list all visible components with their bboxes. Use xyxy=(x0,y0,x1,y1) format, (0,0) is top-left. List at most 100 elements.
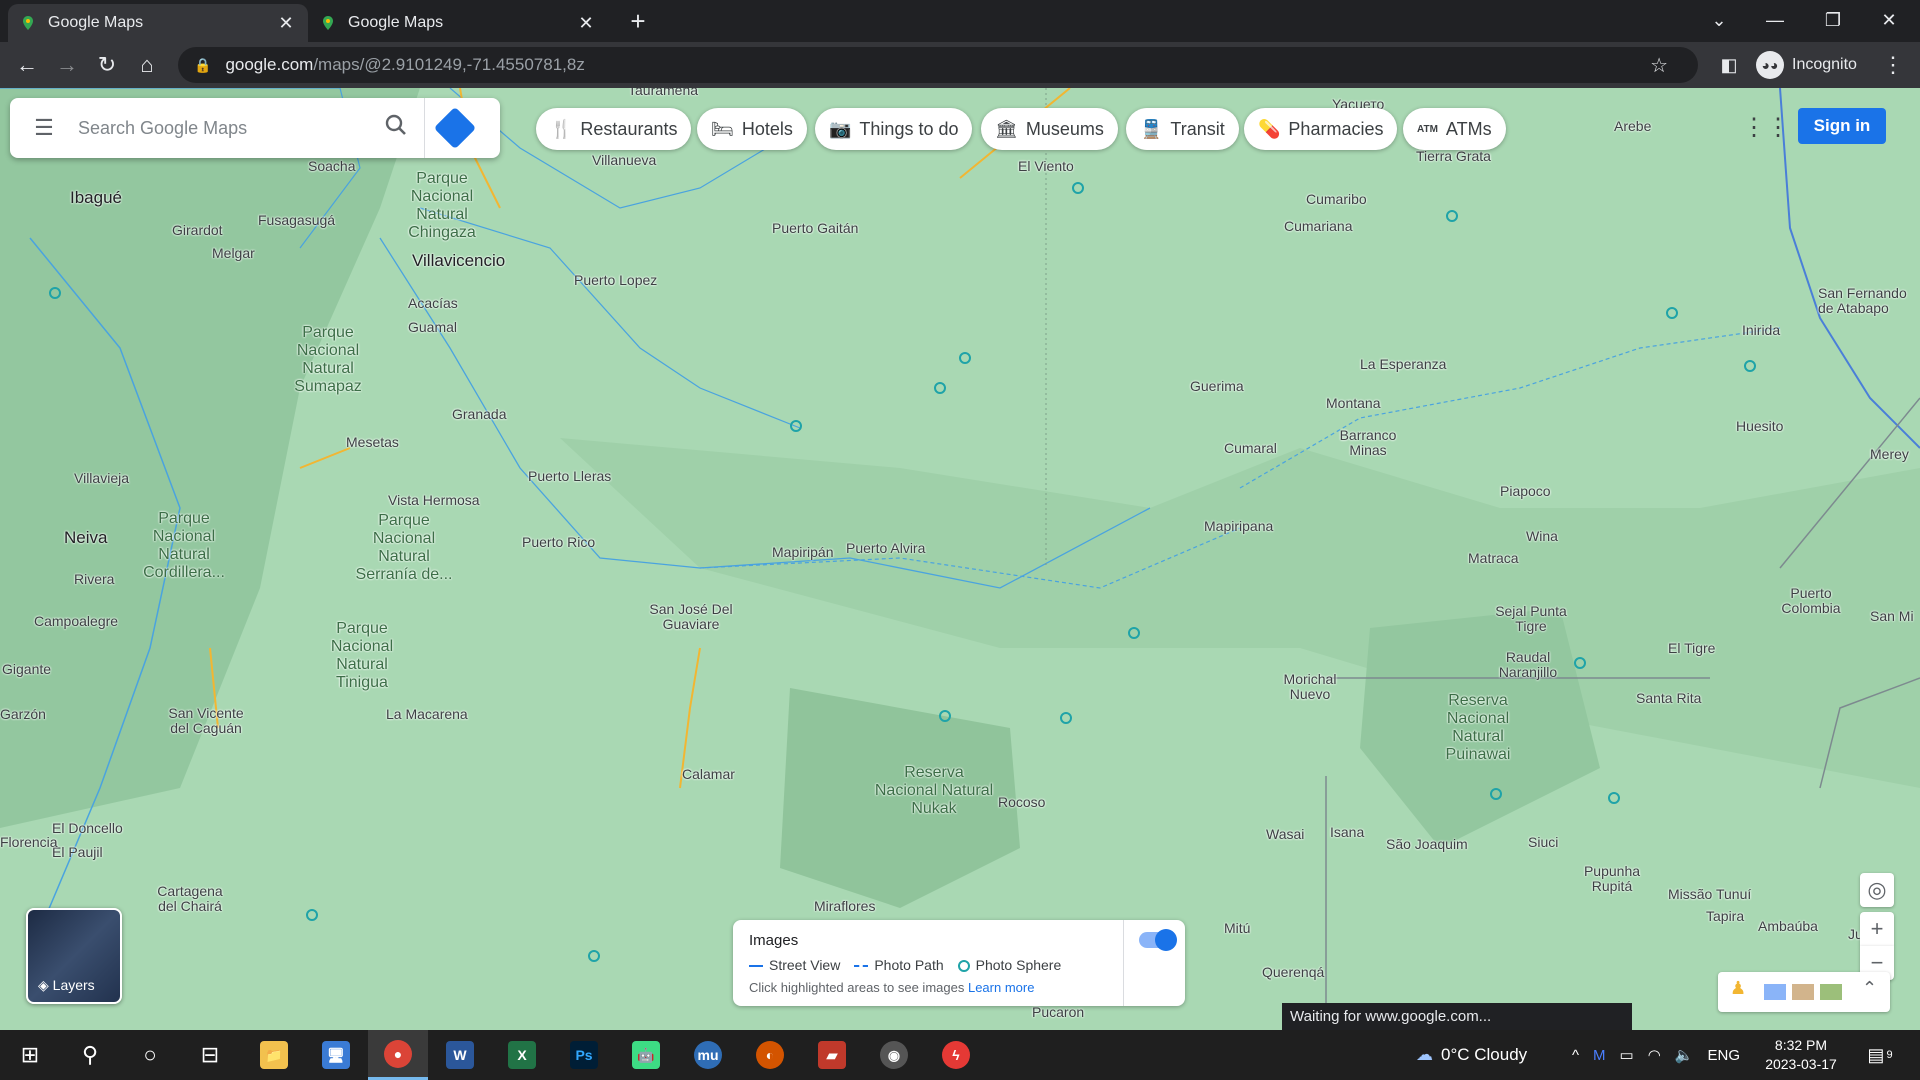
place-label[interactable]: Montana xyxy=(1326,395,1380,411)
place-label[interactable]: Wina xyxy=(1526,528,1558,544)
place-label[interactable]: Santa Rita xyxy=(1636,690,1701,706)
place-label[interactable]: Tauramena xyxy=(628,88,698,98)
place-label[interactable]: El Paujil xyxy=(52,844,103,860)
place-label[interactable]: Puerto Lleras xyxy=(528,468,611,484)
place-label[interactable]: Florencia xyxy=(0,834,58,850)
place-label[interactable]: Puerto Rico xyxy=(522,534,595,550)
search-icon[interactable] xyxy=(368,114,424,142)
tab-google-maps-1[interactable]: Google Maps ✕ xyxy=(8,4,308,42)
google-apps-icon[interactable]: ⋮⋮⋮ xyxy=(1742,108,1814,148)
weather-widget[interactable]: ☁ 0°C Cloudy xyxy=(1416,1030,1527,1080)
place-label[interactable]: Rocoso xyxy=(998,794,1045,810)
place-label[interactable]: Querenqá xyxy=(1262,964,1324,980)
place-label[interactable]: Mapiripán xyxy=(772,544,833,560)
pegman-icon[interactable]: ♟ xyxy=(1730,978,1746,999)
place-label[interactable]: San José Del Guaviare xyxy=(642,602,740,632)
chevron-up-icon[interactable]: ⌃ xyxy=(1862,978,1877,999)
place-label[interactable]: Siuci xyxy=(1528,834,1558,850)
place-label[interactable]: Puerto Gaitán xyxy=(772,220,858,236)
chip-atms[interactable]: ATM ATMs xyxy=(1403,108,1506,150)
place-label[interactable]: Mapiripana xyxy=(1204,518,1273,534)
taskbar-app[interactable]: ▰ xyxy=(802,1030,862,1080)
place-label[interactable]: Villavieja xyxy=(74,470,129,486)
park-label[interactable]: Reserva Nacional Natural Puinawai xyxy=(1436,692,1520,764)
place-label[interactable]: El Viento xyxy=(1018,158,1074,174)
address-bar[interactable]: 🔒 google.com/maps/@2.9101249,-71.4550781… xyxy=(178,47,1698,83)
place-label[interactable]: Isana xyxy=(1330,824,1364,840)
place-label[interactable]: Neiva xyxy=(64,529,107,546)
place-label[interactable]: Tierra Grata xyxy=(1416,148,1491,164)
thumb-icon[interactable] xyxy=(1792,984,1814,1000)
notifications-icon[interactable]: ▤ 9 xyxy=(1852,1030,1908,1080)
park-label[interactable]: Reserva Nacional Natural Nukak xyxy=(872,764,996,818)
park-label[interactable]: Parque Nacional Natural Chingaza xyxy=(396,170,488,242)
taskbar-app[interactable]: 🖥 xyxy=(306,1030,366,1080)
thumb-icon[interactable] xyxy=(1820,984,1842,1000)
chip-museums[interactable]: 🏛 Museums xyxy=(981,108,1118,150)
home-icon[interactable]: ⌂ xyxy=(130,48,164,82)
chevron-up-icon[interactable]: ^ xyxy=(1572,1047,1579,1064)
chip-restaurants[interactable]: 🍴 Restaurants xyxy=(536,108,692,150)
taskbar-app[interactable]: W xyxy=(430,1030,490,1080)
sign-in-button[interactable]: Sign in xyxy=(1798,108,1886,144)
park-label[interactable]: Parque Nacional Natural Tinigua xyxy=(316,620,408,692)
place-label[interactable]: Cumaral xyxy=(1224,440,1277,456)
park-label[interactable]: Parque Nacional Natural Serranía de... xyxy=(348,512,460,584)
tab-google-maps-2[interactable]: Google Maps ✕ xyxy=(308,4,608,42)
chip-hotels[interactable]: 🛏 Hotels xyxy=(697,108,807,150)
place-label[interactable]: Villanueva xyxy=(592,152,656,168)
place-label[interactable]: Calamar xyxy=(682,766,735,782)
place-label[interactable]: Girardot xyxy=(172,222,223,238)
place-label[interactable]: Inirida xyxy=(1742,322,1780,338)
place-label[interactable]: Melgar xyxy=(212,245,255,261)
place-label[interactable]: Ibagué xyxy=(70,189,122,206)
taskbar-app[interactable]: ◉ xyxy=(864,1030,924,1080)
place-label[interactable]: San Mi xyxy=(1870,608,1914,624)
park-label[interactable]: Parque Nacional Natural Cordillera... xyxy=(136,510,232,582)
place-label[interactable]: Merey xyxy=(1870,446,1909,462)
place-label[interactable]: Granada xyxy=(452,406,506,422)
place-label[interactable]: Tapira xyxy=(1706,908,1744,924)
minimize-button[interactable]: — xyxy=(1752,4,1798,36)
place-label[interactable]: La Esperanza xyxy=(1360,356,1446,372)
app-tray-icon[interactable]: M xyxy=(1593,1047,1606,1064)
wifi-icon[interactable]: ◠ xyxy=(1648,1046,1661,1064)
park-label[interactable]: Parque Nacional Natural Sumapaz xyxy=(280,324,376,396)
place-label[interactable]: Cumariana xyxy=(1284,218,1352,234)
place-label[interactable]: Wasai xyxy=(1266,826,1304,842)
images-toggle[interactable] xyxy=(1139,929,1177,951)
place-label[interactable]: Pucaron xyxy=(1032,1004,1084,1020)
search-input[interactable] xyxy=(78,117,368,139)
place-label[interactable]: Arebe xyxy=(1614,118,1651,134)
taskbar-app[interactable]: ◐ xyxy=(740,1030,800,1080)
place-label[interactable]: Rivera xyxy=(74,571,114,587)
place-label[interactable]: Huesito xyxy=(1736,418,1783,434)
place-label[interactable]: La Macarena xyxy=(386,706,468,722)
place-label[interactable]: Missão Tunuí xyxy=(1668,886,1751,902)
place-label[interactable]: Morichal Nuevo xyxy=(1278,672,1342,702)
place-label[interactable]: Ambaúba xyxy=(1758,918,1818,934)
place-label[interactable]: Guamal xyxy=(408,319,457,335)
zoom-in-button[interactable]: + xyxy=(1860,912,1894,946)
close-icon[interactable]: ✕ xyxy=(276,13,296,34)
taskbar-app[interactable]: 📁 xyxy=(244,1030,304,1080)
menu-icon[interactable]: ☰ xyxy=(10,115,78,141)
place-label[interactable]: Gigante xyxy=(2,661,51,677)
place-label[interactable]: El Tigre xyxy=(1668,640,1715,656)
chip-things-to-do[interactable]: 📷 Things to do xyxy=(815,108,973,150)
clock[interactable]: 8:32 PM 2023-03-17 xyxy=(1756,1036,1846,1074)
taskbar-app[interactable]: ϟ xyxy=(926,1030,986,1080)
place-label[interactable]: São Joaquim xyxy=(1386,836,1468,852)
map-canvas[interactable]: Ibagué Villavicencio Neiva Soacha Girard… xyxy=(0,88,1920,1030)
place-label[interactable]: Matraca xyxy=(1468,550,1519,566)
taskbar-app[interactable]: ● xyxy=(368,1030,428,1080)
windows-start-icon[interactable]: ⊞ xyxy=(0,1030,60,1080)
close-window-button[interactable]: ✕ xyxy=(1866,4,1912,36)
place-label[interactable]: Vista Hermosa xyxy=(388,492,480,508)
language-label[interactable]: ENG xyxy=(1708,1047,1741,1064)
place-label[interactable]: Sejal Punta Tigre xyxy=(1486,604,1576,634)
bookmark-star-icon[interactable]: ☆ xyxy=(1650,53,1668,78)
forward-icon[interactable]: → xyxy=(50,48,84,82)
new-tab-button[interactable]: + xyxy=(622,6,654,38)
place-label[interactable]: Cartagena del Chairá xyxy=(148,884,232,914)
